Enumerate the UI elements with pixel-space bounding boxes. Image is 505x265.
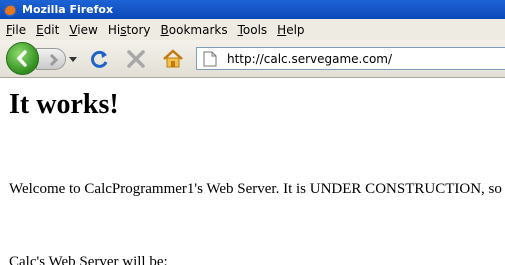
window-title: Mozilla Firefox [22,3,114,16]
firefox-logo-icon [3,3,17,16]
title-bar: Mozilla Firefox [0,0,505,19]
menu-bookmarks[interactable]: Bookmarks [157,23,232,37]
address-bar[interactable] [196,47,505,70]
reload-icon[interactable] [90,49,110,69]
menu-help[interactable]: Help [273,23,308,37]
page-icon [203,51,217,66]
url-input[interactable] [227,51,497,66]
server-paragraph: Calc's Web Server will be: [9,254,168,265]
menu-tools[interactable]: Tools [234,23,272,37]
menu-bar: File Edit View History Bookmarks Tools H… [0,19,505,40]
menu-view[interactable]: View [65,23,101,37]
forward-button[interactable] [36,48,66,70]
history-dropdown-icon[interactable] [68,54,78,64]
back-icon [16,50,27,67]
stop-icon[interactable] [126,49,146,69]
menu-file[interactable]: File [2,23,30,37]
forward-icon [49,53,59,67]
welcome-paragraph: Welcome to CalcProgrammer1's Web Server.… [9,181,505,197]
home-icon[interactable] [162,48,184,70]
back-button[interactable] [6,42,39,75]
menu-history[interactable]: History [104,23,155,37]
menu-edit[interactable]: Edit [32,23,63,37]
page-content: It works! Welcome to CalcProgrammer1's W… [0,78,505,265]
page-heading: It works! [9,89,119,120]
navigation-toolbar [0,40,505,78]
